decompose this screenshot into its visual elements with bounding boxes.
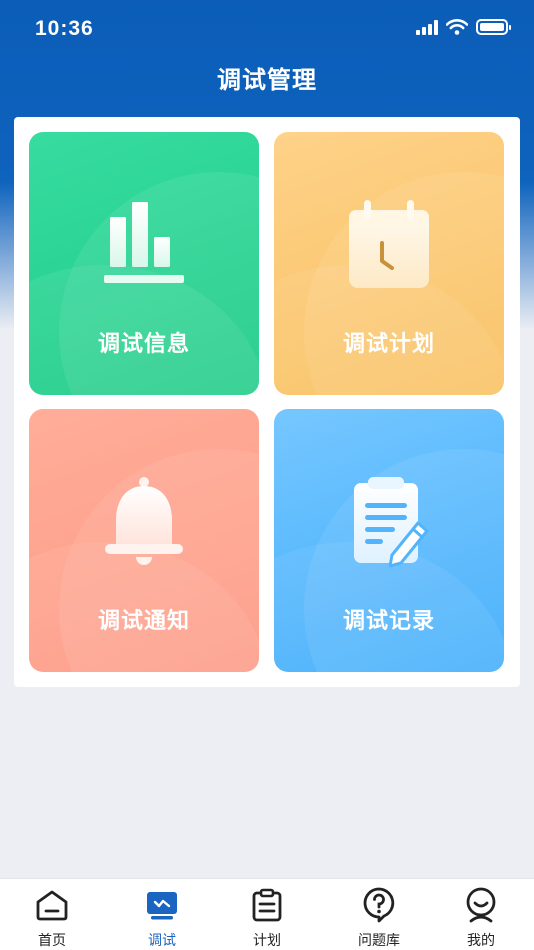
debug-plan-card[interactable]: 调试计划 [274,132,504,395]
tab-label: 问题库 [358,933,400,949]
clipboard-icon [249,887,285,923]
debug-monitor-icon [144,887,180,923]
tab-plan[interactable]: 计划 [217,879,317,950]
card-label: 调试信息 [97,332,190,357]
tab-home[interactable]: 首页 [2,879,102,950]
battery-icon [476,19,511,35]
cellular-signal-icon [416,19,438,35]
card-label: 调试通知 [97,609,190,634]
tab-question-bank[interactable]: 问题库 [329,879,429,950]
card-label: 调试记录 [342,609,435,634]
notepad-edit-icon [274,477,504,577]
bell-icon [29,477,259,577]
tab-profile[interactable]: 我的 [431,879,531,950]
wifi-icon [446,19,468,35]
card-label: 调试计划 [342,332,435,357]
status-icons [416,19,511,35]
question-icon [361,887,397,923]
tab-label: 调试 [148,933,176,949]
page-title: 调试管理 [217,66,317,94]
bottom-tab-bar: 首页 调试 计划 问题库 我的 [0,878,534,950]
status-bar: 10:36 [0,0,534,58]
bar-chart-icon [29,200,259,300]
debug-record-card[interactable]: 调试记录 [274,409,504,672]
debug-info-card[interactable]: 调试信息 [29,132,259,395]
tab-label: 计划 [253,933,281,949]
tab-label: 我的 [467,933,495,949]
tab-debug[interactable]: 调试 [112,879,212,950]
profile-icon [463,887,499,923]
debug-notice-card[interactable]: 调试通知 [29,409,259,672]
home-icon [34,887,70,923]
tab-label: 首页 [38,933,66,949]
menu-panel: 调试信息 调试计划 调试通知 调试记录 [14,117,520,687]
calendar-icon [274,200,504,300]
status-time: 10:36 [35,17,94,40]
